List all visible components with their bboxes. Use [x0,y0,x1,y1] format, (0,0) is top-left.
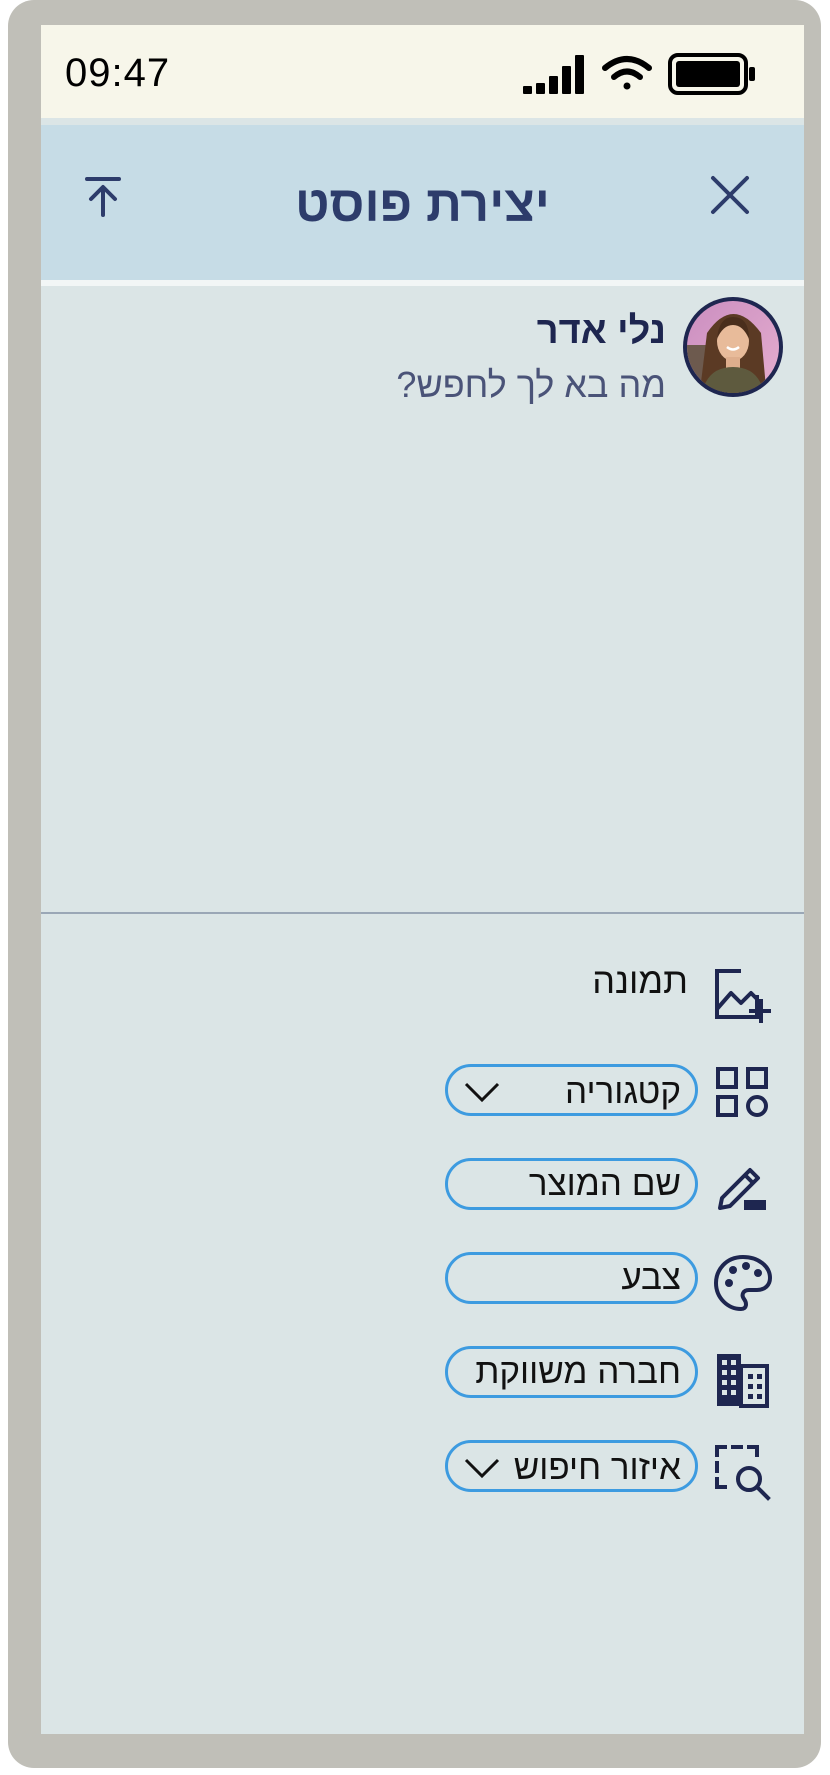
wifi-icon [602,56,652,90]
screen: 09:47 יצירת פוסט נלי אדר מה בא לך לחפש? … [41,25,804,1734]
edit-pencil-icon [718,1168,766,1210]
user-name: נלי אדר [536,310,666,352]
status-icons [523,53,755,95]
chevron-down-icon [464,1082,500,1103]
color-field[interactable] [445,1252,698,1304]
divider [41,912,804,914]
product-name-input[interactable] [458,1163,681,1205]
close-icon[interactable] [705,170,755,220]
post-text-input[interactable] [146,355,666,415]
header-bar: יצירת פוסט [41,125,804,280]
palette-icon [714,1255,772,1311]
category-grid-icon [716,1067,768,1117]
phone-frame: 09:47 יצירת פוסט נלי אדר מה בא לך לחפש? … [8,0,821,1768]
chevron-down-icon [464,1458,500,1479]
header-separator [41,280,804,286]
battery-icon [668,53,755,95]
company-input[interactable] [458,1351,681,1393]
area-search-icon [715,1445,771,1501]
cellular-signal-icon [523,55,584,94]
category-dropdown[interactable]: קטגוריה [445,1064,698,1116]
status-bar: 09:47 [41,25,804,118]
page-title: יצירת פוסט [295,176,550,232]
color-input[interactable] [458,1257,681,1299]
company-field[interactable] [445,1346,698,1398]
add-image-icon[interactable] [711,965,771,1025]
search-area-label: איזור חיפוש [513,1448,681,1487]
search-area-dropdown[interactable]: איזור חיפוש [445,1440,698,1492]
photo-label[interactable]: תמונה [592,960,688,1002]
category-label: קטגוריה [565,1072,681,1111]
status-time: 09:47 [65,51,171,95]
company-building-icon [717,1354,769,1408]
avatar[interactable] [681,295,785,399]
product-name-field[interactable] [445,1158,698,1210]
